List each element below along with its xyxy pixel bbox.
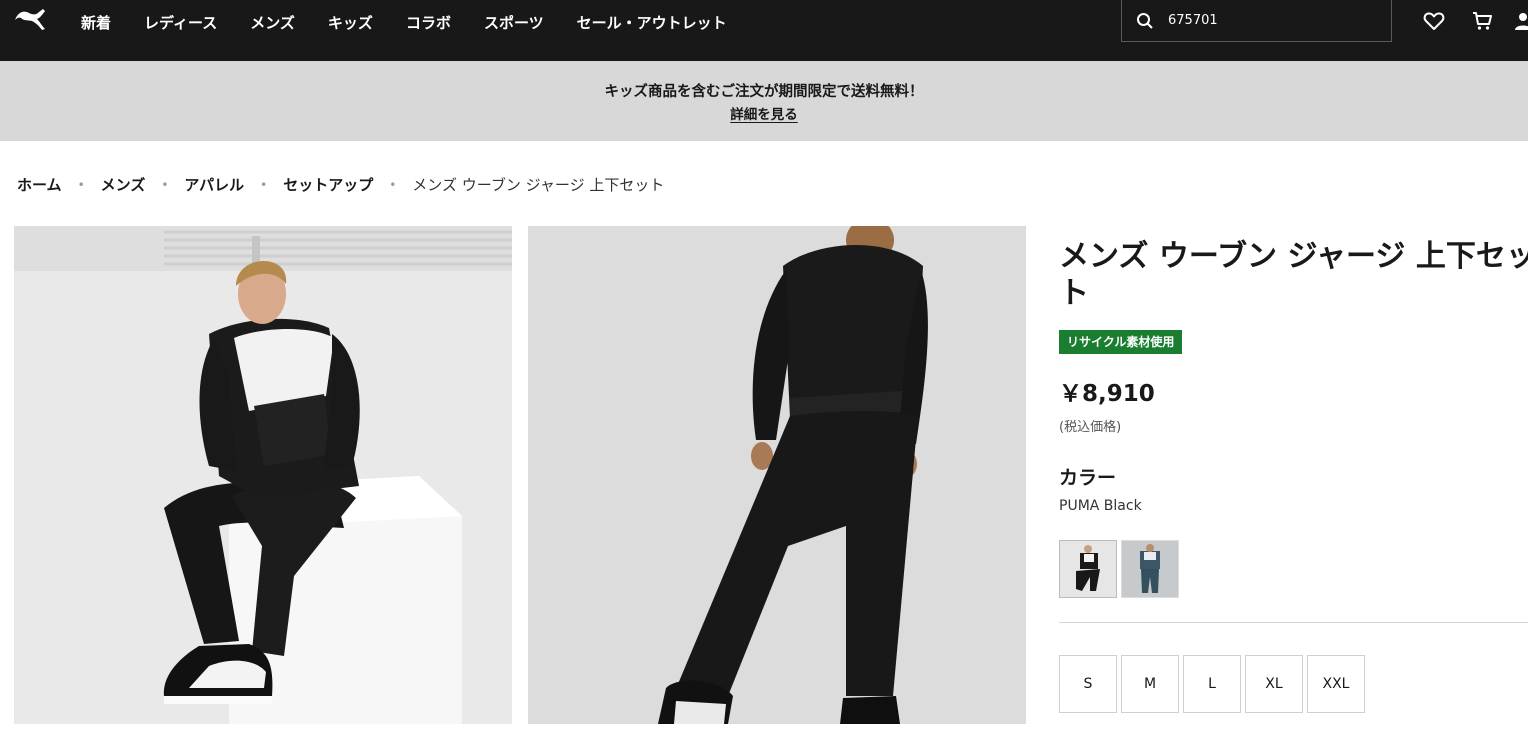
nav-item-collab[interactable]: コラボ (406, 12, 451, 33)
swatch-thumbnail-black (1060, 541, 1116, 597)
product-image-back[interactable] (528, 226, 1026, 724)
nav-item-kids[interactable]: キッズ (328, 12, 373, 33)
swatch-thumbnail-navy (1122, 541, 1178, 597)
nav-item-new[interactable]: 新着 (81, 12, 111, 33)
heart-icon[interactable] (1423, 10, 1445, 32)
promo-details-link[interactable]: 詳細を見る (730, 107, 798, 123)
puma-logo[interactable] (12, 6, 48, 34)
nav-item-sale-outlet[interactable]: セール・アウトレット (577, 12, 727, 33)
product-price: ￥8,910 (1059, 381, 1155, 407)
breadcrumb-apparel[interactable]: アパレル (184, 174, 244, 195)
nav-item-men[interactable]: メンズ (250, 12, 295, 33)
breadcrumb: ホーム • メンズ • アパレル • セットアップ • メンズ ウーブン ジャー… (17, 174, 664, 195)
product-photo-front (14, 226, 512, 724)
size-option-s[interactable]: S (1059, 655, 1117, 713)
color-swatch-navy[interactable] (1121, 540, 1179, 598)
search-input[interactable] (1168, 8, 1378, 32)
color-swatch-black[interactable] (1059, 540, 1117, 598)
breadcrumb-setup[interactable]: セットアップ (283, 174, 373, 195)
cart-icon[interactable] (1472, 10, 1494, 32)
main-nav: 新着 レディース メンズ キッズ コラボ スポーツ セール・アウトレット (81, 0, 760, 44)
breadcrumb-separator: • (77, 177, 85, 192)
nav-item-sports[interactable]: スポーツ (484, 12, 544, 33)
breadcrumb-men[interactable]: メンズ (101, 174, 146, 195)
breadcrumb-separator: • (389, 177, 397, 192)
user-icon[interactable] (1514, 10, 1528, 32)
search-box[interactable] (1121, 0, 1392, 42)
size-option-m[interactable]: M (1121, 655, 1179, 713)
promo-text: キッズ商品を含むご注文が期間限定で送料無料！ (604, 84, 924, 100)
recycled-material-badge: リサイクル素材使用 (1059, 330, 1183, 354)
product-image-front[interactable] (14, 226, 512, 724)
product-title: メンズ ウーブン ジャージ 上下セット (1059, 239, 1528, 311)
section-divider (1059, 622, 1528, 623)
breadcrumb-home[interactable]: ホーム (17, 174, 62, 195)
color-name: PUMA Black (1059, 498, 1142, 514)
product-photo-back (528, 226, 1026, 724)
search-icon[interactable] (1136, 12, 1154, 30)
size-option-xxl[interactable]: XXL (1307, 655, 1365, 713)
breadcrumb-separator: • (260, 177, 268, 192)
top-navigation: 新着 レディース メンズ キッズ コラボ スポーツ セール・アウトレット (0, 0, 1528, 61)
size-option-l[interactable]: L (1183, 655, 1241, 713)
color-heading: カラー (1059, 467, 1117, 489)
promo-banner: キッズ商品を含むご注文が期間限定で送料無料！ 詳細を見る (0, 61, 1528, 141)
breadcrumb-separator: • (161, 177, 169, 192)
breadcrumb-current: メンズ ウーブン ジャージ 上下セット (412, 176, 665, 194)
size-selector: S M L XL XXL (1059, 655, 1369, 713)
tax-included-note: (税込価格) (1059, 420, 1122, 435)
nav-item-women[interactable]: レディース (144, 12, 217, 33)
size-option-xl[interactable]: XL (1245, 655, 1303, 713)
